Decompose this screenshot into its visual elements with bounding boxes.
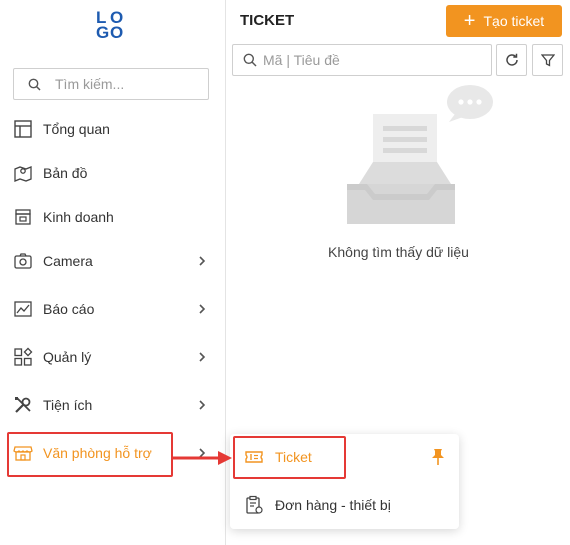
highlight-box-van-phong <box>7 432 173 477</box>
ticket-search-placeholder: Mã | Tiêu đề <box>263 52 340 68</box>
store-icon <box>15 209 31 225</box>
sidebar-item-label: Kinh doanh <box>43 209 114 225</box>
sidebar-item-tong-quan[interactable]: Tổng quan <box>0 109 226 149</box>
sidebar-item-bao-cao[interactable]: Báo cáo <box>0 289 226 329</box>
search-icon <box>243 53 257 67</box>
camera-icon <box>14 253 32 269</box>
create-ticket-label: Tạo ticket <box>483 13 545 29</box>
sidebar-item-label: Tiện ích <box>43 397 93 413</box>
chevron-right-icon <box>199 256 206 266</box>
chevron-right-icon <box>199 352 206 362</box>
filter-icon <box>540 54 555 67</box>
clipboard-device-icon <box>246 495 263 514</box>
plus-icon: + <box>463 10 476 32</box>
map-icon <box>14 166 32 182</box>
sidebar-item-camera[interactable]: Camera <box>0 241 226 281</box>
filter-button[interactable] <box>532 44 563 76</box>
ticket-search-input[interactable]: Mã | Tiêu đề <box>232 44 492 76</box>
apps-icon <box>14 347 33 366</box>
sidebar-item-label: Quản lý <box>43 349 92 365</box>
sidebar-item-label: Camera <box>43 253 93 269</box>
report-chart-icon <box>14 301 32 317</box>
sidebar-item-quan-ly[interactable]: Quản lý <box>0 337 226 377</box>
pin-icon[interactable] <box>431 448 445 466</box>
sidebar-item-tien-ich[interactable]: Tiện ích <box>0 385 226 425</box>
logo[interactable]: L O G O <box>96 9 128 42</box>
tools-icon <box>15 397 31 413</box>
logo-letter-o2: O <box>110 23 124 42</box>
chevron-right-icon <box>199 304 206 314</box>
sidebar-search-placeholder: Tìm kiếm... <box>55 76 125 92</box>
submenu-item-don-hang-thiet-bi[interactable]: Đơn hàng - thiết bị <box>230 485 459 525</box>
submenu-item-label: Đơn hàng - thiết bị <box>275 497 391 513</box>
annotation-arrow <box>172 451 232 465</box>
refresh-icon <box>505 53 518 66</box>
chevron-right-icon <box>199 400 206 410</box>
sidebar-item-label: Tổng quan <box>43 121 110 137</box>
logo-letter-g: G <box>96 23 110 42</box>
highlight-box-ticket <box>233 436 346 479</box>
sidebar-item-ban-do[interactable]: Bản đồ <box>0 153 226 193</box>
sidebar-item-label: Bản đồ <box>43 165 88 181</box>
search-icon <box>28 78 41 91</box>
sidebar-item-kinh-doanh[interactable]: Kinh doanh <box>0 197 226 237</box>
empty-inbox-icon <box>347 85 493 224</box>
sidebar-item-label: Báo cáo <box>43 301 95 317</box>
page-title: TICKET <box>240 12 295 29</box>
create-ticket-button[interactable]: + Tạo ticket <box>446 5 562 37</box>
sidebar-search-input[interactable]: Tìm kiếm... <box>13 68 209 100</box>
refresh-button[interactable] <box>496 44 527 76</box>
empty-state-message: Không tìm thấy dữ liệu <box>328 244 469 260</box>
dashboard-icon <box>14 120 32 138</box>
